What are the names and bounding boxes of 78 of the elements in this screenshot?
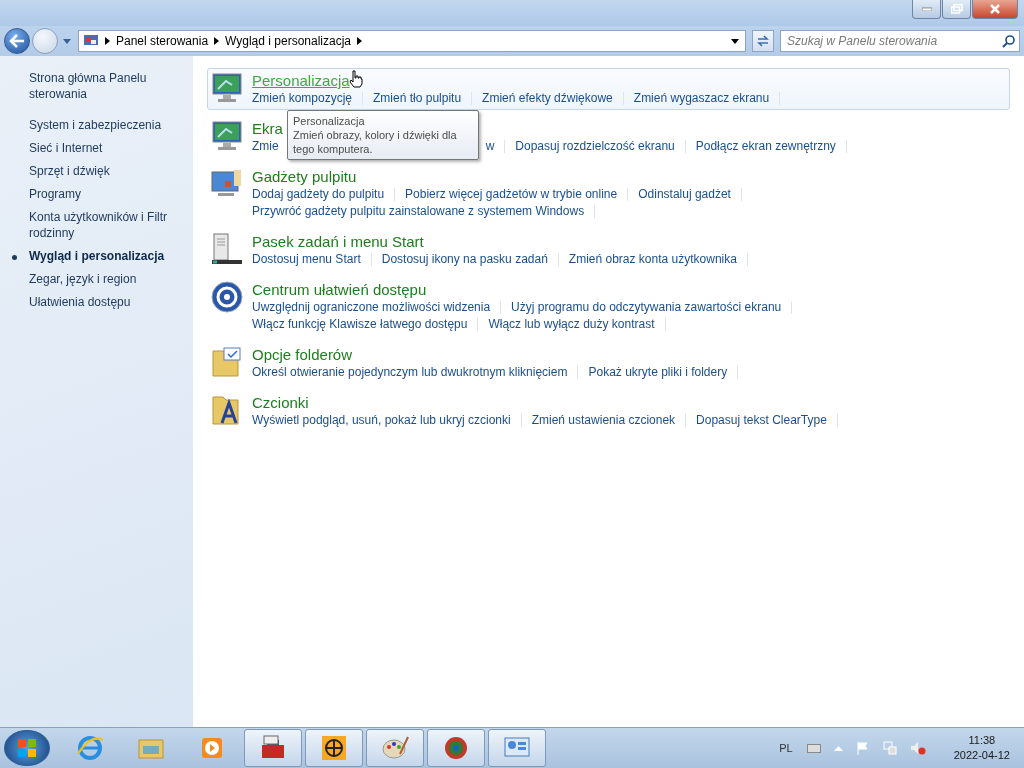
task-link[interactable]: Podłącz ekran zewnętrzny <box>695 138 836 155</box>
chevron-icon[interactable] <box>214 37 220 45</box>
task-link[interactable]: Włącz funkcję Klawisze łatwego dostępu <box>252 316 468 333</box>
close-icon <box>990 4 1000 14</box>
dropdown-caret-icon[interactable] <box>731 38 739 44</box>
clock-date[interactable]: 2022-04-12 <box>953 748 1010 763</box>
keyboard-icon[interactable] <box>806 743 821 753</box>
palette-icon[interactable] <box>366 729 424 767</box>
category-title-link[interactable]: Gadżety pulpitu <box>252 167 357 186</box>
monitor-icon <box>210 71 244 105</box>
sidebar-item[interactable]: Zegar, język i region <box>29 271 183 287</box>
task-link[interactable]: w <box>485 138 495 155</box>
sidebar-item[interactable]: Programy <box>29 186 183 202</box>
tooltip-title: Personalizacja <box>293 114 366 128</box>
breadcrumb[interactable]: Wygląd i personalizacja <box>225 34 351 48</box>
task-link[interactable]: Włącz lub wyłącz duży kontrast <box>488 316 655 333</box>
task-link[interactable]: Zmie <box>252 138 279 155</box>
sidebar-item[interactable]: Sprzęt i dźwięk <box>29 163 183 179</box>
globe-icon[interactable] <box>305 729 363 767</box>
search-field[interactable]: Szukaj w Panelu sterowania <box>780 30 1020 52</box>
sidebar-item[interactable]: Sieć i Internet <box>29 140 183 156</box>
muted-speaker-icon[interactable] <box>909 741 926 755</box>
toolbox-icon[interactable] <box>244 729 302 767</box>
control-panel-icon[interactable] <box>488 729 546 767</box>
start-button[interactable] <box>4 730 50 766</box>
category-title-link[interactable]: Ekra <box>252 119 283 138</box>
task-link[interactable]: Dodaj gadżety do pulpitu <box>252 186 385 203</box>
task-link[interactable]: Dostosuj ikony na pasku zadań <box>381 251 548 268</box>
task-link[interactable]: Zmień wygaszacz ekranu <box>633 90 770 107</box>
computer-icon <box>210 232 244 266</box>
task-link[interactable]: Zmień obraz konta użytkownika <box>568 251 737 268</box>
task-link[interactable]: Zmień kompozycję <box>252 90 353 107</box>
task-link[interactable]: Zmień tło pulpitu <box>373 90 462 107</box>
task-link[interactable]: Uwzględnij ograniczone możliwości widzenia <box>252 299 491 316</box>
task-link[interactable]: Użyj programu do odczytywania zawartości ekranu <box>511 299 782 316</box>
hand-cursor-icon <box>349 70 363 88</box>
minimize-icon <box>921 7 932 11</box>
category-title-link[interactable]: Pasek zadań i menu Start <box>252 232 424 251</box>
sidebar-item[interactable]: System i zabezpieczenia <box>29 117 183 133</box>
search-icon <box>1002 35 1015 48</box>
task-link[interactable]: Odinstaluj gadżet <box>638 186 731 203</box>
close-button[interactable] <box>972 0 1018 19</box>
accessibility-icon <box>210 280 244 314</box>
restore-button[interactable] <box>942 0 971 19</box>
address-bar[interactable]: Panel sterowania Wygląd i personalizacja <box>78 30 746 52</box>
task-link[interactable]: Pokaż ukryte pliki i foldery <box>588 364 728 381</box>
task-link[interactable]: Określ otwieranie pojedynczym lub dwukrotnym kliknięciem <box>252 364 568 381</box>
sidebar-item[interactable]: Wygląd i personalizacja <box>29 248 183 264</box>
category-title-link[interactable]: Czcionki <box>252 393 309 412</box>
sidebar-item[interactable]: Strona główna Panelu sterowania <box>29 70 183 102</box>
sidebar-item[interactable]: Konta użytkowników i Filtr rodzinny <box>29 209 183 241</box>
category-title-link[interactable]: Opcje folderów <box>252 345 353 364</box>
minimize-button[interactable] <box>912 0 941 19</box>
task-link[interactable]: Wyświetl podgląd, usuń, pokaż lub ukryj czcionki <box>252 412 511 429</box>
control-panel-icon <box>83 34 99 48</box>
category-title-link[interactable]: Centrum ułatwień dostępu <box>252 280 427 299</box>
sidebar-item[interactable]: Ułatwienia dostępu <box>29 294 183 310</box>
restore-icon <box>950 4 963 14</box>
task-link[interactable]: Pobierz więcej gadżetów w trybie online <box>405 186 618 203</box>
chevron-icon[interactable] <box>105 37 110 45</box>
monitor-icon <box>210 119 244 153</box>
language-indicator[interactable]: PL <box>779 742 793 754</box>
folder-icon <box>210 345 244 379</box>
task-link[interactable]: Zmień efekty dźwiękowe <box>482 90 613 107</box>
windows-logo-icon <box>18 739 36 757</box>
back-arrow-icon <box>9 34 25 48</box>
chevron-icon[interactable] <box>357 37 362 45</box>
clock-time[interactable]: 11:38 <box>968 733 996 748</box>
task-link[interactable]: Dopasuj rozdzielczość ekranu <box>515 138 675 155</box>
refresh-button[interactable] <box>752 30 774 52</box>
task-link[interactable]: Przywróć gadżety pulpitu zainstalowane z systemem Windows <box>252 203 585 220</box>
task-link[interactable]: Zmień ustawienia czcionek <box>531 412 676 429</box>
back-button[interactable] <box>4 28 30 54</box>
breadcrumb[interactable]: Panel sterowania <box>116 34 209 48</box>
tooltip-text: Zmień obrazy, kolory i dźwięki dla tego komputera. <box>293 128 458 156</box>
task-link[interactable]: Dopasuj tekst ClearType <box>696 412 827 429</box>
task-link[interactable]: Dostosuj menu Start <box>252 251 361 268</box>
refresh-icon <box>756 35 770 47</box>
